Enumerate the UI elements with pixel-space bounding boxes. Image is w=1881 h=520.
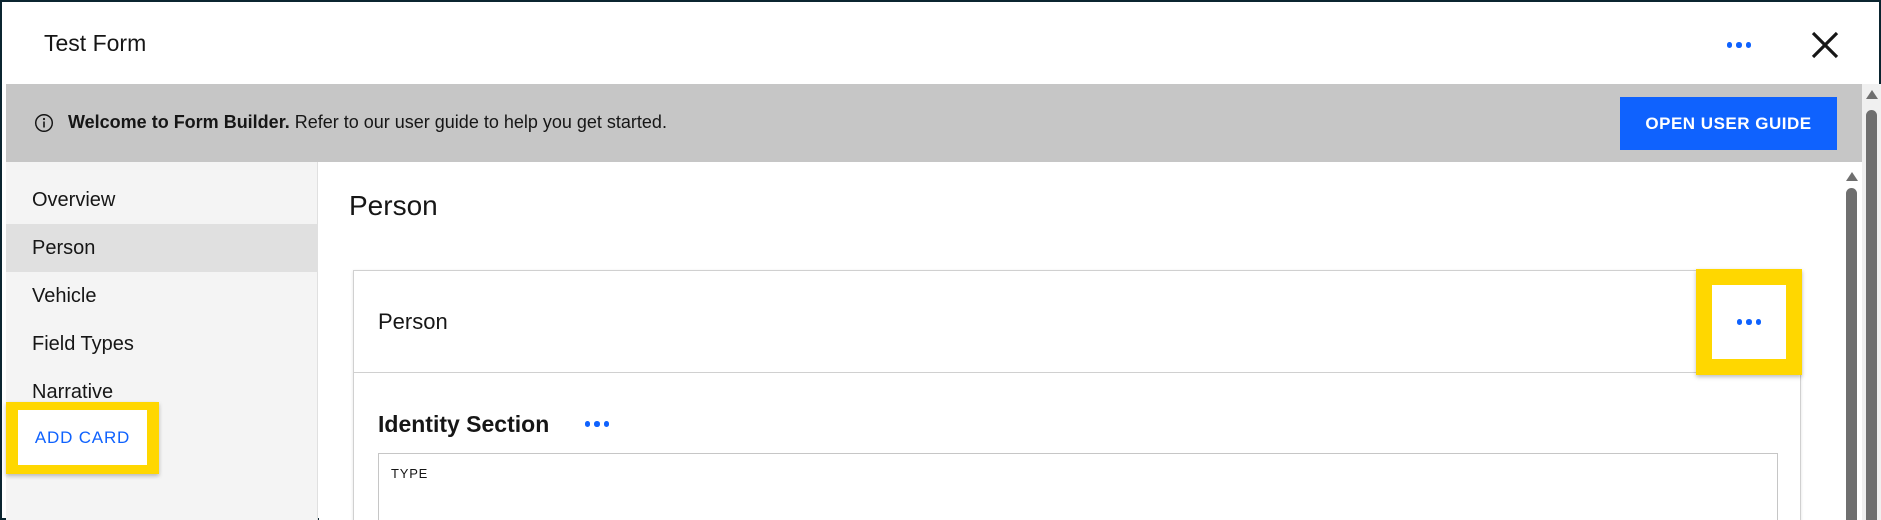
banner-bold-text: Welcome to Form Builder. [68,112,290,132]
content-scrollbar[interactable] [1840,162,1862,520]
scroll-up-arrow-icon[interactable] [1846,172,1858,181]
dot [1755,319,1762,325]
dot [1746,319,1752,325]
page-title: Person [349,190,438,221]
sidebar-item-field-types[interactable]: Field Types [6,320,318,368]
dot [594,421,600,427]
page-scrollbar[interactable] [1862,84,1881,520]
dot [603,421,610,427]
sidebar-item-overview[interactable]: Overview [6,176,318,224]
overflow-menu-icon[interactable] [1724,32,1754,58]
section-overflow-menu-icon[interactable] [582,411,612,437]
section-title: Identity Section [378,411,550,437]
card-title: Person [378,309,448,334]
add-card-button[interactable]: ADD CARD [18,410,147,465]
dot [1736,42,1742,48]
scroll-up-arrow-icon[interactable] [1866,90,1878,99]
close-icon[interactable] [1808,28,1842,62]
banner-message: Welcome to Form Builder. Refer to our us… [68,112,667,133]
scrollbar-thumb[interactable] [1866,110,1877,520]
card-overflow-menu-icon[interactable] [1712,285,1786,359]
sidebar-item-person[interactable]: Person [6,224,318,272]
banner-text: Refer to our user guide to help you get … [289,112,667,132]
scrollbar-thumb[interactable] [1846,188,1857,520]
window-title: Test Form [44,30,147,56]
dot [1736,319,1743,325]
sidebar-item-vehicle[interactable]: Vehicle [6,272,318,320]
dot [1726,42,1733,48]
header: Test Form [4,4,1879,84]
card-header: Person [354,271,1800,373]
dot [584,421,591,427]
type-field[interactable]: TYPE [378,453,1778,520]
open-user-guide-button[interactable]: OPEN USER GUIDE [1620,97,1837,150]
card-menu-highlight [1696,269,1802,375]
add-card-highlight: ADD CARD [6,402,159,474]
welcome-banner: Welcome to Form Builder. Refer to our us… [6,84,1862,162]
info-icon [34,113,54,133]
dot [1745,42,1752,48]
main-content: Person Person Identity Section TYPE [319,162,1862,520]
person-card: Person Identity Section TYPE [353,269,1802,520]
form-builder-window: Test Form Welcome to Form Builder. Refer… [0,0,1881,520]
field-label: TYPE [391,466,429,481]
